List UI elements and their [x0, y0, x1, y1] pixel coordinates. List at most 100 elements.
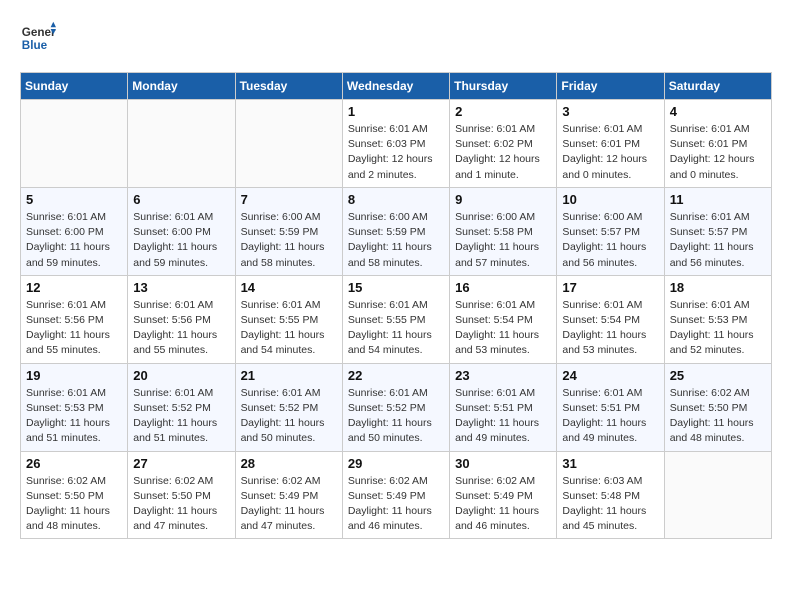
calendar-cell: 10 Sunrise: 6:00 AMSunset: 5:57 PMDayligh… [557, 187, 664, 275]
day-number: 17 [562, 280, 658, 295]
calendar-cell: 30Sunrise: 6:02 AMSunset: 5:49 PMDayligh… [450, 451, 557, 539]
day-number: 18 [670, 280, 766, 295]
day-detail: Sunrise: 6:01 AMSunset: 6:01 PMDaylight:… [562, 122, 658, 183]
logo-icon: General Blue [20, 20, 56, 56]
calendar-cell: 22 Sunrise: 6:01 AMSunset: 5:52 PMDayligh… [342, 363, 449, 451]
calendar-week-2: 5 Sunrise: 6:01 AMSunset: 6:00 PMDaylight… [21, 187, 772, 275]
day-number: 19 [26, 368, 122, 383]
calendar-cell: 2 Sunrise: 6:01 AMSunset: 6:02 PMDaylight… [450, 100, 557, 188]
weekday-header-saturday: Saturday [664, 73, 771, 100]
day-number: 28 [241, 456, 337, 471]
day-number: 3 [562, 104, 658, 119]
day-detail: Sunrise: 6:01 AMSunset: 6:00 PMDaylight:… [26, 210, 122, 271]
calendar-cell: 11 Sunrise: 6:01 AMSunset: 5:57 PMDayligh… [664, 187, 771, 275]
calendar-cell: 9Sunrise: 6:00 AMSunset: 5:58 PMDaylight… [450, 187, 557, 275]
day-detail: Sunrise: 6:01 AMSunset: 5:53 PMDaylight:… [26, 386, 122, 447]
day-number: 26 [26, 456, 122, 471]
calendar-cell: 24 Sunrise: 6:01 AMSunset: 5:51 PMDayligh… [557, 363, 664, 451]
day-number: 27 [133, 456, 229, 471]
day-detail: Sunrise: 6:02 AMSunset: 5:49 PMDaylight:… [455, 474, 551, 535]
day-detail: Sunrise: 6:01 AMSunset: 5:56 PMDaylight:… [26, 298, 122, 359]
calendar-week-5: 26 Sunrise: 6:02 AMSunset: 5:50 PMDayligh… [21, 451, 772, 539]
calendar-cell: 29 Sunrise: 6:02 AMSunset: 5:49 PMDayligh… [342, 451, 449, 539]
weekday-header-friday: Friday [557, 73, 664, 100]
day-number: 21 [241, 368, 337, 383]
svg-text:General: General [22, 26, 56, 39]
calendar-cell: 25 Sunrise: 6:02 AMSunset: 5:50 PMDayligh… [664, 363, 771, 451]
calendar-cell: 28Sunrise: 6:02 AMSunset: 5:49 PMDayligh… [235, 451, 342, 539]
day-number: 16 [455, 280, 551, 295]
day-detail: Sunrise: 6:01 AMSunset: 6:01 PMDaylight:… [670, 122, 766, 183]
day-detail: Sunrise: 6:02 AMSunset: 5:50 PMDaylight:… [670, 386, 766, 447]
logo: General Blue [20, 20, 56, 56]
day-detail: Sunrise: 6:00 AMSunset: 5:59 PMDaylight:… [241, 210, 337, 271]
day-number: 6 [133, 192, 229, 207]
page-header: General Blue [20, 20, 772, 56]
calendar-table: SundayMondayTuesdayWednesdayThursdayFrid… [20, 72, 772, 539]
calendar-cell: 13 Sunrise: 6:01 AMSunset: 5:56 PMDayligh… [128, 275, 235, 363]
day-number: 12 [26, 280, 122, 295]
calendar-cell: 26Sunrise: 6:02 AMSunset: 5:50 PMDayligh… [21, 451, 128, 539]
day-detail: Sunrise: 6:01 AMSunset: 6:03 PMDaylight:… [348, 122, 444, 183]
day-number: 29 [348, 456, 444, 471]
calendar-cell: 8Sunrise: 6:00 AMSunset: 5:59 PMDaylight… [342, 187, 449, 275]
day-detail: Sunrise: 6:01 AMSunset: 5:52 PMDaylight:… [133, 386, 229, 447]
calendar-cell: 5 Sunrise: 6:01 AMSunset: 6:00 PMDaylight… [21, 187, 128, 275]
calendar-cell [21, 100, 128, 188]
day-number: 22 [348, 368, 444, 383]
weekday-header-row: SundayMondayTuesdayWednesdayThursdayFrid… [21, 73, 772, 100]
calendar-cell: 14 Sunrise: 6:01 AMSunset: 5:55 PMDayligh… [235, 275, 342, 363]
day-number: 5 [26, 192, 122, 207]
day-number: 31 [562, 456, 658, 471]
day-detail: Sunrise: 6:01 AMSunset: 5:51 PMDaylight:… [562, 386, 658, 447]
day-detail: Sunrise: 6:01 AMSunset: 6:00 PMDaylight:… [133, 210, 229, 271]
calendar-cell: 21 Sunrise: 6:01 AMSunset: 5:52 PMDayligh… [235, 363, 342, 451]
day-detail: Sunrise: 6:00 AMSunset: 5:59 PMDaylight:… [348, 210, 444, 271]
day-number: 2 [455, 104, 551, 119]
day-detail: Sunrise: 6:01 AMSunset: 5:52 PMDaylight:… [241, 386, 337, 447]
day-detail: Sunrise: 6:01 AMSunset: 5:52 PMDaylight:… [348, 386, 444, 447]
calendar-week-4: 19 Sunrise: 6:01 AMSunset: 5:53 PMDayligh… [21, 363, 772, 451]
day-detail: Sunrise: 6:02 AMSunset: 5:50 PMDaylight:… [133, 474, 229, 535]
day-detail: Sunrise: 6:00 AMSunset: 5:57 PMDaylight:… [562, 210, 658, 271]
calendar-cell: 7Sunrise: 6:00 AMSunset: 5:59 PMDaylight… [235, 187, 342, 275]
day-detail: Sunrise: 6:01 AMSunset: 5:56 PMDaylight:… [133, 298, 229, 359]
day-number: 10 [562, 192, 658, 207]
weekday-header-thursday: Thursday [450, 73, 557, 100]
calendar-cell: 27 Sunrise: 6:02 AMSunset: 5:50 PMDayligh… [128, 451, 235, 539]
calendar-week-3: 12 Sunrise: 6:01 AMSunset: 5:56 PMDayligh… [21, 275, 772, 363]
svg-text:Blue: Blue [22, 39, 48, 52]
calendar-cell: 12 Sunrise: 6:01 AMSunset: 5:56 PMDayligh… [21, 275, 128, 363]
weekday-header-wednesday: Wednesday [342, 73, 449, 100]
day-detail: Sunrise: 6:03 AMSunset: 5:48 PMDaylight:… [562, 474, 658, 535]
day-detail: Sunrise: 6:01 AMSunset: 5:54 PMDaylight:… [562, 298, 658, 359]
calendar-cell: 4 Sunrise: 6:01 AMSunset: 6:01 PMDaylight… [664, 100, 771, 188]
day-number: 23 [455, 368, 551, 383]
calendar-cell [664, 451, 771, 539]
day-detail: Sunrise: 6:01 AMSunset: 5:54 PMDaylight:… [455, 298, 551, 359]
calendar-cell [128, 100, 235, 188]
weekday-header-tuesday: Tuesday [235, 73, 342, 100]
day-number: 24 [562, 368, 658, 383]
day-detail: Sunrise: 6:01 AMSunset: 5:53 PMDaylight:… [670, 298, 766, 359]
calendar-cell: 1Sunrise: 6:01 AMSunset: 6:03 PMDaylight… [342, 100, 449, 188]
day-number: 20 [133, 368, 229, 383]
day-detail: Sunrise: 6:02 AMSunset: 5:49 PMDaylight:… [348, 474, 444, 535]
calendar-cell: 20 Sunrise: 6:01 AMSunset: 5:52 PMDayligh… [128, 363, 235, 451]
day-number: 15 [348, 280, 444, 295]
calendar-cell: 23 Sunrise: 6:01 AMSunset: 5:51 PMDayligh… [450, 363, 557, 451]
calendar-cell: 16 Sunrise: 6:01 AMSunset: 5:54 PMDayligh… [450, 275, 557, 363]
day-number: 13 [133, 280, 229, 295]
day-number: 25 [670, 368, 766, 383]
day-detail: Sunrise: 6:01 AMSunset: 5:51 PMDaylight:… [455, 386, 551, 447]
day-detail: Sunrise: 6:01 AMSunset: 5:55 PMDaylight:… [241, 298, 337, 359]
day-detail: Sunrise: 6:01 AMSunset: 5:57 PMDaylight:… [670, 210, 766, 271]
day-detail: Sunrise: 6:00 AMSunset: 5:58 PMDaylight:… [455, 210, 551, 271]
calendar-week-1: 1Sunrise: 6:01 AMSunset: 6:03 PMDaylight… [21, 100, 772, 188]
day-number: 14 [241, 280, 337, 295]
calendar-cell: 31 Sunrise: 6:03 AMSunset: 5:48 PMDayligh… [557, 451, 664, 539]
day-number: 4 [670, 104, 766, 119]
day-number: 11 [670, 192, 766, 207]
calendar-cell: 6 Sunrise: 6:01 AMSunset: 6:00 PMDaylight… [128, 187, 235, 275]
day-detail: Sunrise: 6:01 AMSunset: 6:02 PMDaylight:… [455, 122, 551, 183]
